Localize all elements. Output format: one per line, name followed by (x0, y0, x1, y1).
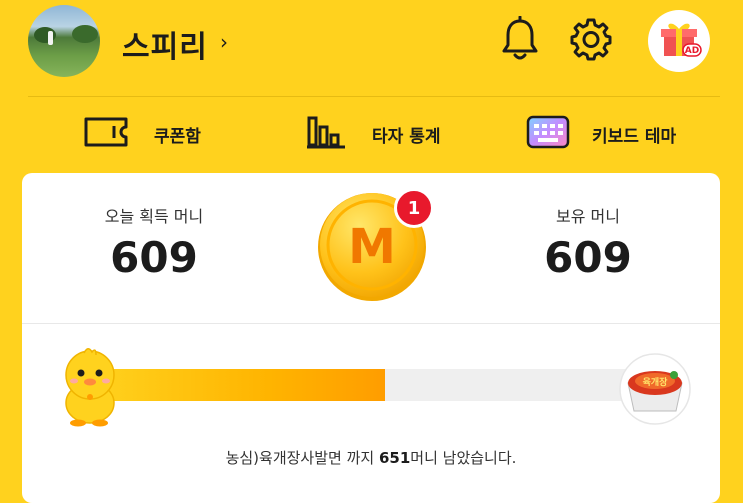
card-divider (22, 323, 720, 324)
chevron-right-icon[interactable]: › (220, 30, 228, 54)
menu-keyboard-label: 키보드 테마 (592, 126, 677, 147)
keyboard-icon (526, 115, 570, 153)
goal-message-suffix: 머니 남았습니다. (410, 449, 517, 467)
notification-badge: 1 (394, 188, 434, 228)
goal-progress-bar (94, 369, 654, 401)
goal-message-prefix: 농심)육개장사발면 까지 (225, 449, 379, 467)
today-earned-value: 609 (110, 233, 198, 282)
today-earned: 오늘 획득 머니 609 (74, 203, 234, 282)
menu-coupon-label: 쿠폰함 (154, 126, 201, 147)
bar-chart-icon (306, 115, 346, 153)
bowl-label: 육개장 (643, 376, 669, 388)
ramen-bowl-icon: 육개장 (618, 353, 692, 425)
username[interactable]: 스피리 (122, 22, 208, 66)
owned-money-value: 609 (544, 233, 632, 282)
gear-icon[interactable] (568, 16, 614, 62)
duck-character-icon (58, 345, 122, 427)
menu-keyboard-theme[interactable]: 키보드 테마 (526, 112, 676, 156)
owned-money: 보유 머니 609 (508, 203, 668, 282)
goal-remaining-value: 651 (378, 449, 411, 467)
owned-money-label: 보유 머니 (556, 207, 620, 226)
avatar[interactable] (28, 5, 100, 77)
header: 스피리 › AD (0, 0, 743, 96)
menu-coupon[interactable]: 쿠폰함 (84, 112, 201, 156)
menu-stats-label: 타자 통계 (372, 126, 441, 147)
bell-icon[interactable] (498, 15, 542, 62)
menu-typing-stats[interactable]: 타자 통계 (306, 112, 440, 156)
coupon-icon (84, 117, 128, 151)
gift-ad-icon[interactable]: AD (648, 10, 710, 72)
gift-badge-text: AD (685, 46, 699, 56)
coin-letter: M (348, 219, 396, 275)
goal-progress-fill (94, 369, 386, 401)
today-earned-label: 오늘 획득 머니 (104, 207, 204, 226)
header-divider (28, 96, 720, 97)
goal-message: 농심)육개장사발면 까지 651머니 남았습니다. (22, 447, 720, 468)
money-card: 오늘 획득 머니 609 M 1 보유 머니 609 육개장 농심)육개장사발면… (22, 173, 720, 503)
